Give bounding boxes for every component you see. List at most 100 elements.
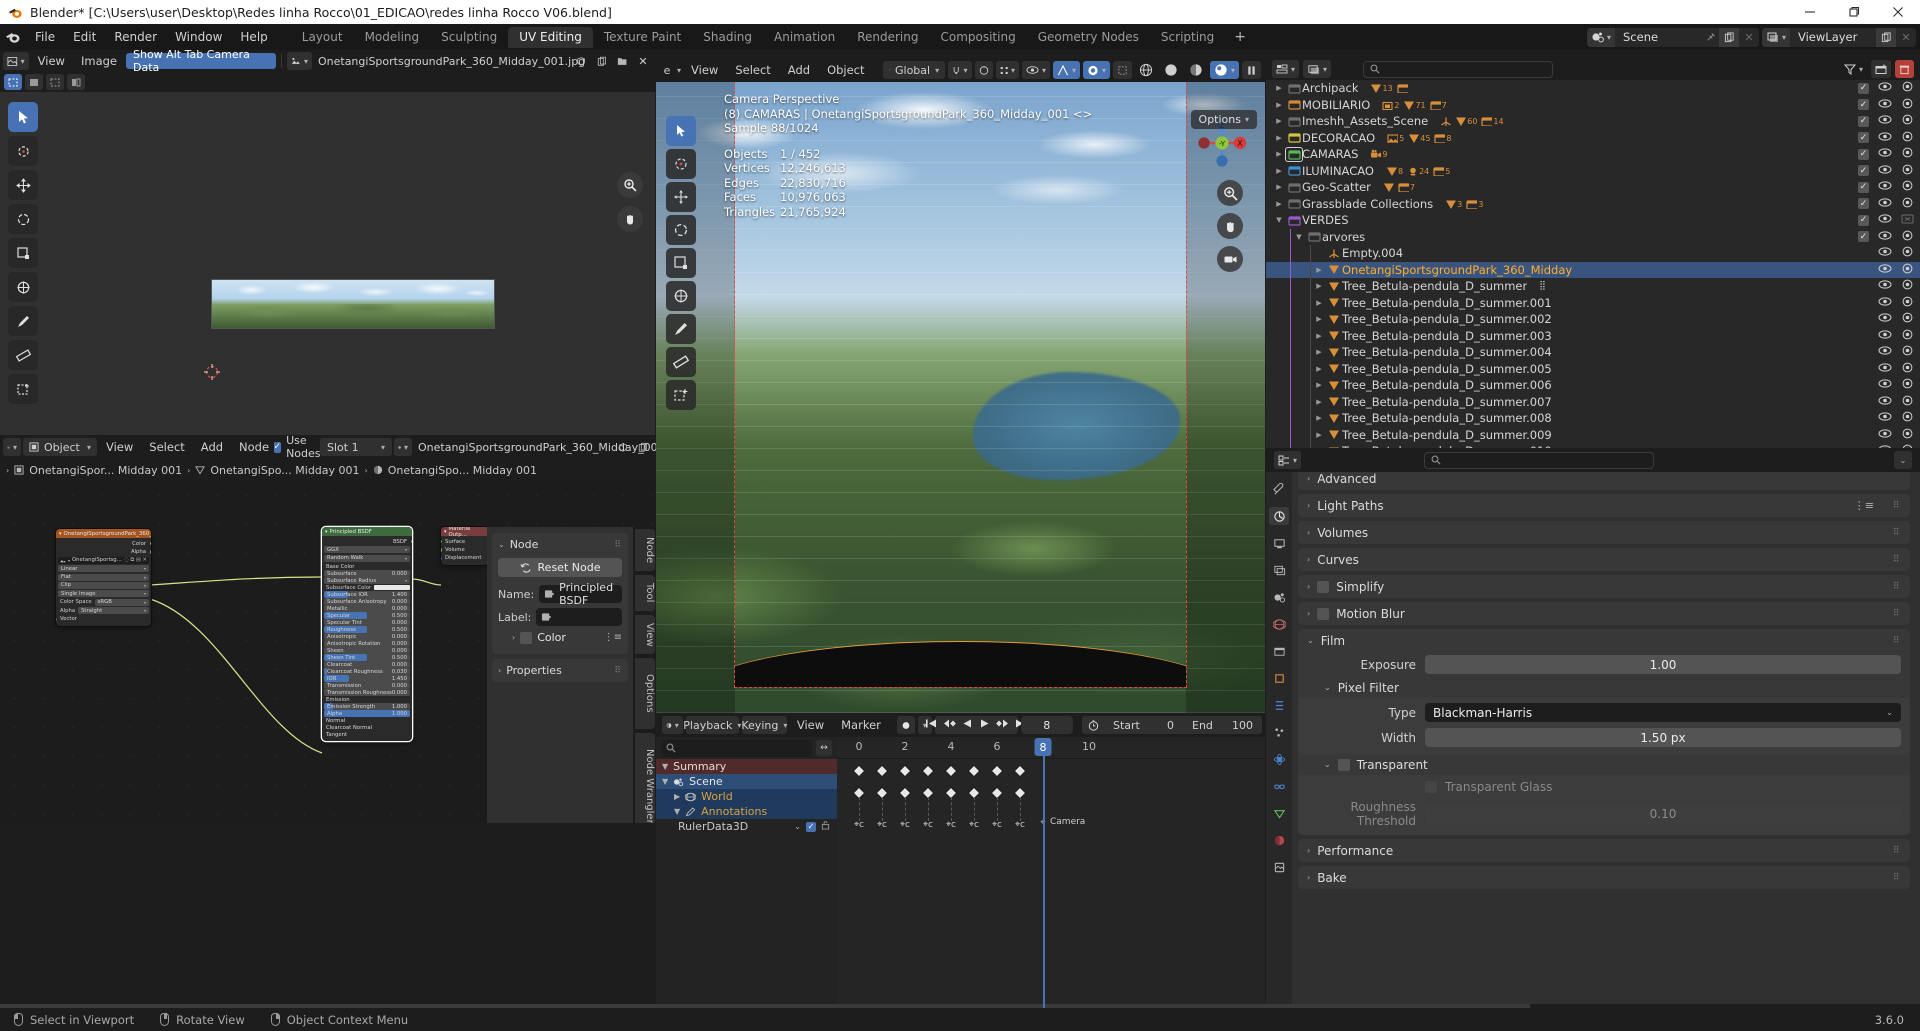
new-scene-icon[interactable] (1719, 27, 1739, 47)
timeline-menu-playback[interactable]: Playback ▾ (683, 716, 741, 734)
node-menu-add[interactable]: Add (194, 437, 230, 457)
timeline-search-input[interactable] (661, 739, 812, 757)
node-menu-select[interactable]: Select (142, 437, 191, 457)
exclude-collection-checkbox[interactable]: ✓ (1858, 181, 1869, 193)
node-extension-select[interactable]: Clip ▾ (58, 581, 149, 589)
outliner-row[interactable]: ▶ Archipack 13 ✓ (1266, 80, 1920, 97)
panel-advanced-header[interactable]: › Advanced (1298, 472, 1910, 490)
keyframe-diamond[interactable] (877, 766, 887, 776)
properties-tab-particles[interactable] (1269, 723, 1289, 741)
shading-wireframe-icon[interactable] (1135, 61, 1157, 79)
outliner-row[interactable]: ▶ OnetangiSportsgroundPark_360_Midday (1266, 261, 1920, 278)
add-workspace-button[interactable]: + (1225, 29, 1255, 45)
viewlayer-selector[interactable]: ▾ ViewLayer ✕ (1762, 27, 1916, 47)
disable-in-renders-icon[interactable] (1901, 378, 1914, 392)
disable-in-renders-icon[interactable] (1901, 345, 1914, 359)
outliner-row[interactable]: ▶ Tree_Betula-pendula_D_summer.002 (1266, 311, 1920, 328)
panel-advanced[interactable]: › Advanced (1298, 472, 1910, 490)
properties-tab-data[interactable] (1269, 804, 1289, 822)
vp-tool-measure[interactable] (666, 347, 696, 377)
node-input-color-swatch[interactable] (374, 584, 410, 591)
node-editor-type-icon[interactable]: ▾ (3, 438, 21, 456)
hide-in-viewport-icon[interactable] (1878, 197, 1892, 211)
outliner-row[interactable]: Empty.004 (1266, 245, 1920, 262)
use-nodes-checkbox[interactable]: ✓ Use Nodes (273, 434, 321, 460)
uv-tool-scale[interactable] (8, 238, 38, 268)
properties-tab-viewlayer[interactable] (1269, 561, 1289, 579)
disable-in-renders-icon[interactable] (1901, 131, 1914, 145)
properties-tab-object[interactable] (1269, 669, 1289, 687)
hide-in-viewport-icon[interactable] (1878, 131, 1892, 145)
vp-tool-transform[interactable] (666, 281, 696, 311)
transparent-glass-checkbox[interactable] (1425, 781, 1437, 793)
outliner-disclosure-triangle[interactable]: ▶ (1312, 332, 1326, 340)
play-reverse-icon[interactable] (962, 718, 973, 732)
properties-tab-collection[interactable] (1269, 642, 1289, 660)
outliner-disclosure-triangle[interactable]: ▶ (1272, 167, 1286, 175)
node-input-row[interactable]: Alpha 1.000 (322, 710, 410, 718)
properties-search-input[interactable] (1424, 451, 1654, 469)
maximize-icon[interactable] (1832, 0, 1876, 24)
outliner-display-mode-icon[interactable]: ▾ (1303, 60, 1332, 78)
proportional-edit-icon[interactable] (974, 61, 993, 79)
unlink-image-icon[interactable]: ✕ (634, 52, 652, 70)
node-input-row[interactable]: Subsurface IOR 1.400 (322, 591, 410, 599)
node-subsurface-method-select[interactable]: Random Walk ▾ (324, 554, 410, 562)
node-input-row[interactable]: Subsurface Anisotropy 0.000 (322, 598, 410, 606)
node-color-list-icon[interactable]: ⋮≡ (604, 632, 622, 643)
hide-in-viewport-icon[interactable] (1878, 114, 1892, 128)
disable-in-renders-icon[interactable] (1901, 428, 1914, 442)
hide-in-viewport-icon[interactable] (1878, 296, 1892, 310)
material-slot-selector[interactable]: Slot 1 ▾ (320, 438, 392, 456)
node-input-row[interactable]: Subsurface 0.000 (322, 570, 410, 578)
uv-menu-view[interactable]: View (31, 51, 72, 71)
timeline-filter-expand-icon[interactable]: ↔ (816, 740, 832, 756)
copy-image-icon[interactable] (593, 52, 611, 70)
panel-simplify[interactable]: › Simplify ⠿ (1298, 575, 1910, 598)
disable-in-renders-icon[interactable] (1901, 362, 1914, 376)
disable-in-renders-icon[interactable] (1901, 296, 1914, 310)
outliner-filter-icon[interactable]: ▾ (1840, 60, 1867, 78)
node-input-row[interactable]: Subsurface Color (322, 584, 410, 591)
disable-in-renders-icon[interactable] (1901, 114, 1914, 128)
roughness-threshold-value[interactable]: 0.10 (1425, 804, 1901, 824)
viewport-menu-view[interactable]: View (684, 60, 725, 80)
subpanel-pixel-filter-header[interactable]: ⌄ Pixel Filter (1298, 677, 1910, 698)
hide-in-viewport-icon[interactable] (1878, 428, 1892, 442)
node-input-row[interactable]: Clearcoat 0.000 (322, 661, 410, 669)
node-tab-view[interactable]: View (635, 614, 655, 655)
properties-tab-tool[interactable] (1269, 480, 1289, 498)
outliner-disclosure-triangle[interactable]: ▶ (1312, 398, 1326, 406)
uv-tool-transform[interactable] (8, 272, 38, 302)
hide-in-viewport-icon[interactable] (1878, 213, 1892, 227)
breadcrumb-mesh-label[interactable]: OnetangiSpo... Midday 001 (210, 464, 359, 477)
panel-film[interactable]: ⌄ Film ⠿ Exposure 1.00 ⌄ Pixel Filter Ty… (1298, 629, 1910, 835)
tab-uv-editing[interactable]: UV Editing (508, 26, 593, 48)
outliner-row-list[interactable]: ▶ Archipack 13 ✓ ▶ MOBILIARIO 2 71 7 ✓ ▶ Imeshh_Ass… (1266, 80, 1920, 448)
node-principled-bsdf[interactable]: ▾ Principled BSDF BSDF GGX ▾ Random Walk ▾… (322, 527, 412, 742)
keyframe-diamond[interactable] (900, 766, 910, 776)
fake-user-icon[interactable] (572, 52, 590, 70)
gizmo-toggle-icon[interactable]: ▾ (1082, 61, 1110, 79)
hide-in-viewport-icon[interactable] (1878, 378, 1892, 392)
node-distribution-select[interactable]: GGX ▾ (324, 546, 410, 554)
node-input-row[interactable]: Clearcoat Normal (322, 724, 410, 731)
panel-bake[interactable]: › Bake ⠿ (1298, 866, 1910, 889)
pause-render-icon[interactable] (1242, 61, 1262, 79)
pin-scene-icon[interactable] (1701, 32, 1719, 43)
uv-tool-cursor[interactable] (8, 136, 38, 166)
auto-keying-toggle-icon[interactable] (896, 716, 915, 734)
uv-editor-type-icon[interactable]: ▾ (3, 52, 29, 70)
disable-in-renders-icon[interactable] (1901, 197, 1914, 211)
node-input-row[interactable]: Normal (322, 717, 410, 724)
outliner-disclosure-triangle[interactable]: ▶ (1312, 266, 1326, 274)
camera-marker-icon[interactable]: ⌖c (854, 820, 864, 830)
timeline-channel-annotations[interactable]: ▼ Annotations (656, 804, 837, 819)
delete-viewlayer-icon[interactable]: ✕ (1896, 27, 1916, 47)
exclude-collection-checkbox[interactable]: ✓ (1858, 231, 1869, 243)
material-fake-user-icon[interactable] (614, 438, 632, 456)
node-input-row[interactable]: Anisotropic Rotation 0.000 (322, 640, 410, 648)
properties-tab-output[interactable] (1269, 534, 1289, 552)
viewport-shading-wire-icon[interactable] (1113, 61, 1132, 79)
node-socket-surface[interactable]: Surface (441, 538, 487, 545)
